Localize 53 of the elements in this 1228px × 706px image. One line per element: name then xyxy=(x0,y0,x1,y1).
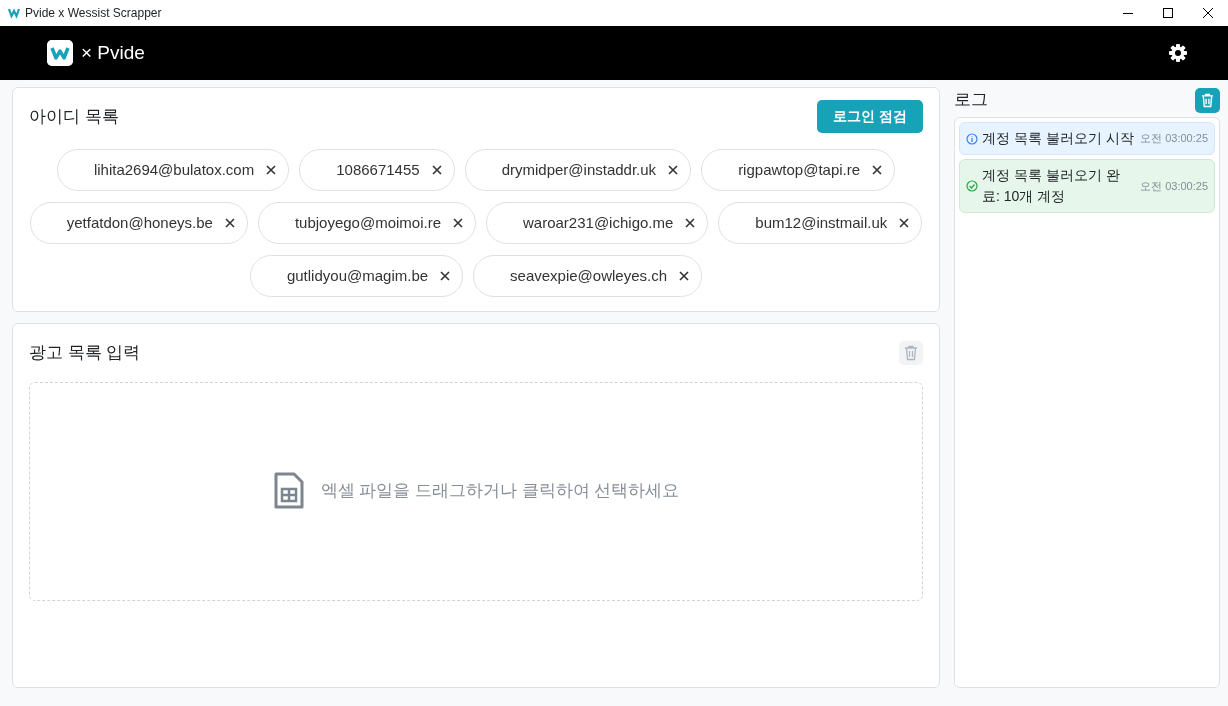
window-title: Pvide x Wessist Scrapper xyxy=(25,5,162,22)
delete-button[interactable] xyxy=(1195,87,1220,113)
account-id: drymidper@instaddr.uk xyxy=(501,159,657,180)
close-icon xyxy=(431,165,442,175)
remove-button[interactable] xyxy=(668,165,679,175)
close-icon xyxy=(668,165,679,175)
close-icon xyxy=(872,165,883,175)
remove-button[interactable] xyxy=(899,218,910,228)
account-id: rigpawtop@tapi.re xyxy=(738,159,861,180)
close-icon xyxy=(679,271,690,281)
spreadsheet-file-icon xyxy=(272,472,305,510)
log-time: 오전 03:00:25 xyxy=(1140,131,1208,147)
remove-button[interactable] xyxy=(872,165,883,175)
info-icon xyxy=(966,132,978,145)
trash-icon xyxy=(1201,92,1214,108)
file-drop-zone[interactable]: 엑셀 파일을 드래그하거나 클릭하여 선택하세요 xyxy=(29,381,923,601)
close-icon xyxy=(1202,7,1214,19)
remove-button[interactable] xyxy=(266,165,277,175)
account-id: tubjoyego@moimoi.re xyxy=(294,212,441,233)
account-id: lihita2694@bulatox.com xyxy=(93,159,255,180)
remove-button[interactable] xyxy=(679,271,690,281)
account-id: yetfatdon@honeys.be xyxy=(66,212,213,233)
close-icon xyxy=(224,218,235,228)
check-circle-icon xyxy=(966,180,978,192)
close-icon xyxy=(685,218,696,228)
section-title: 아이디 목록 xyxy=(29,105,119,128)
account-id: 1086671455 xyxy=(336,159,420,180)
close-icon xyxy=(440,271,451,281)
log-message: 계정 목록 불러오기 시작 xyxy=(982,129,1135,148)
app-logo-icon xyxy=(47,40,73,66)
close-icon xyxy=(453,218,463,228)
account-id: seavexpie@owleyes.ch xyxy=(510,265,668,286)
close-icon xyxy=(266,165,277,175)
remove-button[interactable] xyxy=(431,165,442,175)
trash-icon xyxy=(904,344,918,361)
log-message: 계정 목록 불러오기 완료: 10개 계정 xyxy=(982,166,1121,206)
drop-hint: 엑셀 파일을 드래그하거나 클릭하여 선택하세요 xyxy=(320,480,680,503)
remove-button[interactable] xyxy=(685,218,696,228)
maximize-icon xyxy=(1162,7,1174,19)
settings-icon[interactable] xyxy=(1168,43,1188,63)
remove-button[interactable] xyxy=(453,218,463,228)
account-id: gutlidyou@magim.be xyxy=(286,265,429,286)
log-title: 로그 xyxy=(954,89,988,112)
remove-button[interactable] xyxy=(224,218,235,228)
section-title: 광고 목록 입력 xyxy=(29,342,141,364)
account-id: waroar231@ichigo.me xyxy=(523,212,674,233)
account-id: bum12@instmail.uk xyxy=(755,212,888,233)
remove-button[interactable] xyxy=(440,271,451,281)
brand-title: × Pvide xyxy=(81,40,145,65)
log-time: 오전 03:00:25 xyxy=(1140,178,1208,194)
login-check-button[interactable]: 로그인 점검 xyxy=(817,100,923,133)
app-logo-icon xyxy=(8,7,21,19)
close-icon xyxy=(899,218,910,228)
